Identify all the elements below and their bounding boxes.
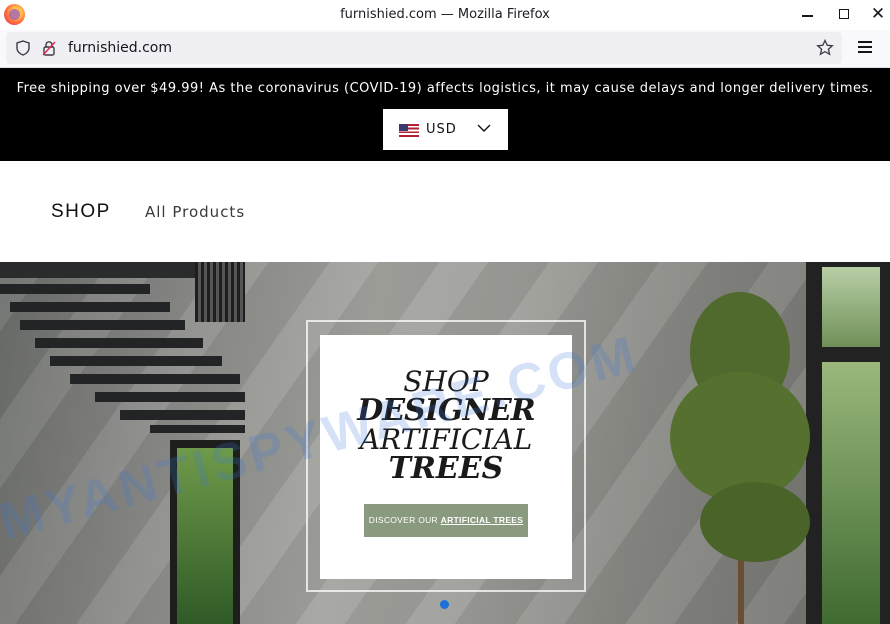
site-logo[interactable]: SHOP xyxy=(51,201,111,223)
discover-artificial-trees-button[interactable]: DISCOVER OUR ARTIFICIAL TREES xyxy=(364,504,528,537)
close-icon: ✕ xyxy=(870,4,886,24)
carousel-dot[interactable] xyxy=(440,600,449,609)
us-flag-icon xyxy=(399,124,419,137)
nav-link-all-products[interactable]: All Products xyxy=(145,203,245,221)
url-text[interactable]: furnishied.com xyxy=(68,40,172,56)
chevron-down-icon xyxy=(477,124,491,132)
promo-button-prefix: DISCOVER OUR xyxy=(368,515,441,525)
navigation-bar: furnishied.com xyxy=(0,30,890,68)
currency-selector[interactable]: USD xyxy=(383,109,508,150)
maximize-button[interactable] xyxy=(831,3,857,25)
maximize-icon xyxy=(839,9,849,19)
promo-button-link[interactable]: ARTIFICIAL TREES xyxy=(441,515,524,525)
window-title: furnishied.com — Mozilla Firefox xyxy=(340,7,550,22)
announcement-text: Free shipping over $49.99! As the corona… xyxy=(16,81,874,96)
announcement-bar: Free shipping over $49.99! As the corona… xyxy=(0,68,890,161)
url-bar[interactable]: furnishied.com xyxy=(6,32,842,64)
hero-banner: SHOP DESIGNER ARTIFICIAL TREES DISCOVER … xyxy=(0,262,890,624)
bookmark-star-icon[interactable] xyxy=(816,39,834,57)
currency-label: USD xyxy=(426,122,457,137)
minimize-button[interactable] xyxy=(794,3,820,25)
hero-staircase-image xyxy=(0,262,250,433)
hamburger-menu-icon[interactable] xyxy=(858,41,872,53)
close-button[interactable]: ✕ xyxy=(865,3,890,25)
hero-window-image xyxy=(806,262,890,624)
window-titlebar: furnishied.com — Mozilla Firefox ✕ xyxy=(0,0,890,30)
insecure-lock-icon[interactable] xyxy=(42,40,56,56)
tracking-protection-shield-icon[interactable] xyxy=(16,40,30,56)
site-header: SHOP All Products xyxy=(0,161,890,262)
web-page: Free shipping over $49.99! As the corona… xyxy=(0,68,890,624)
hero-tree-foliage-bottom xyxy=(700,482,810,562)
minimize-icon xyxy=(801,15,813,17)
